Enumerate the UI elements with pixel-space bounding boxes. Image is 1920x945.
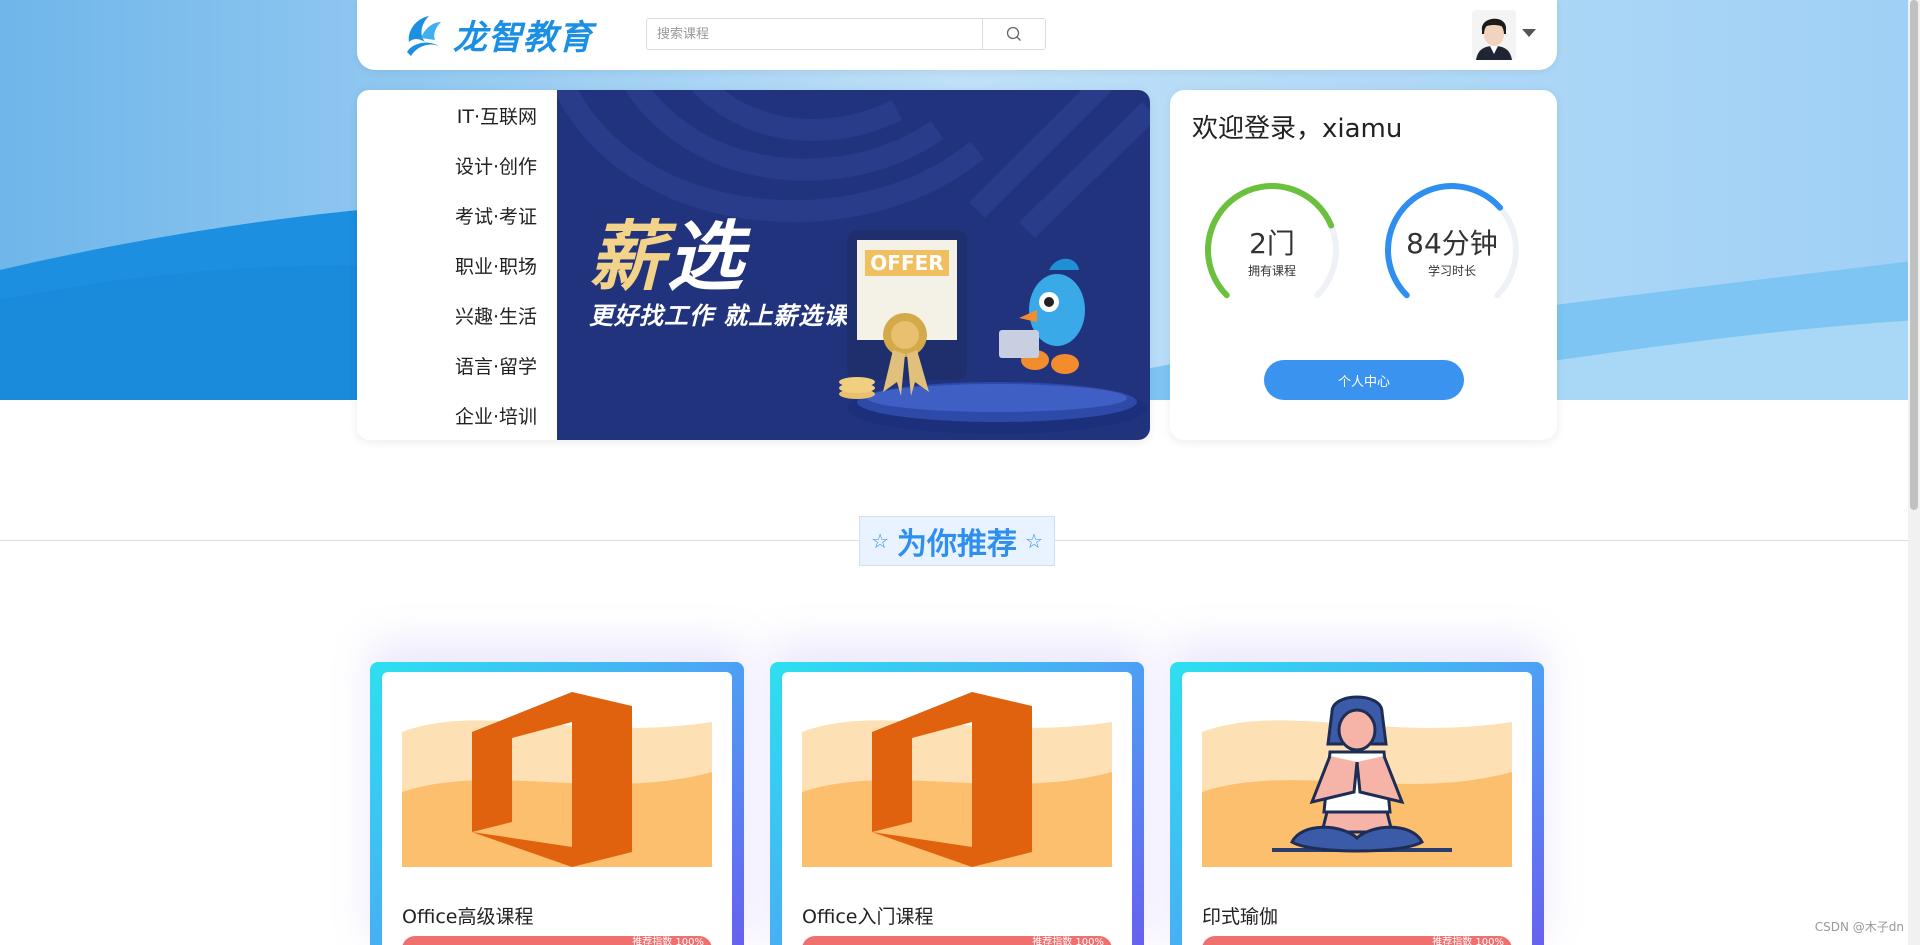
personal-center-button[interactable]: 个人中心	[1264, 360, 1464, 400]
top-header: 龙智教育	[357, 0, 1557, 80]
course-card[interactable]: Office入门课程 推荐指数 100%	[770, 662, 1144, 945]
logo-text: 龙智教育	[453, 18, 593, 58]
star-outline-icon: ☆	[871, 529, 889, 553]
category-item-exam[interactable]: 考试·考证	[357, 198, 557, 248]
page-scrollbar[interactable]	[1908, 0, 1920, 945]
star-outline-icon: ☆	[1025, 529, 1043, 553]
search-button[interactable]	[983, 19, 1045, 49]
search-icon	[1006, 26, 1021, 41]
course-card-inner: Office高级课程 推荐指数 100%	[382, 672, 732, 945]
category-item-language[interactable]: 语言·留学	[357, 348, 557, 398]
logo[interactable]: 龙智教育	[399, 10, 593, 59]
course-title: Office高级课程	[402, 906, 534, 928]
office-icon	[802, 692, 1112, 867]
course-title: Office入门课程	[802, 906, 934, 928]
course-card-inner: Office入门课程 推荐指数 100%	[782, 672, 1132, 945]
user-avatar[interactable]	[1472, 10, 1516, 60]
stat-gauge-study-time: 84分钟 学习时长	[1380, 178, 1524, 322]
course-rating-bar: 推荐指数 100%	[1202, 936, 1512, 945]
course-thumbnail	[402, 692, 712, 867]
search-bar	[646, 18, 1046, 50]
stat-label: 学习时长	[1427, 264, 1476, 278]
course-title: 印式瑜伽	[1202, 906, 1279, 928]
caret-down-icon[interactable]	[1522, 29, 1536, 37]
course-card-inner: 印式瑜伽 推荐指数 100%	[1182, 672, 1532, 945]
stat-value: 2门	[1249, 227, 1295, 260]
svg-text:OFFER: OFFER	[870, 251, 943, 275]
banner-title: 薪选	[589, 212, 745, 301]
category-banner-card: IT·互联网 设计·创作 考试·考证 职业·职场 兴趣·生活 语言·留学 企业·…	[357, 90, 1150, 440]
course-rating-bar: 推荐指数 100%	[402, 936, 712, 945]
category-list: IT·互联网 设计·创作 考试·考证 职业·职场 兴趣·生活 语言·留学 企业·…	[357, 90, 557, 440]
category-item-it[interactable]: IT·互联网	[357, 98, 557, 148]
category-item-hobby[interactable]: 兴趣·生活	[357, 298, 557, 348]
yoga-icon	[1202, 695, 1512, 867]
promo-banner[interactable]: 薪选 更好找工作 就上薪选课 OFFER	[557, 90, 1150, 440]
category-item-design[interactable]: 设计·创作	[357, 148, 557, 198]
course-thumbnail	[802, 692, 1112, 867]
office-icon	[402, 692, 712, 867]
stat-value: 84分钟	[1406, 227, 1498, 260]
welcome-text: 欢迎登录，xiamu	[1192, 114, 1403, 144]
course-card[interactable]: 印式瑜伽 推荐指数 100%	[1170, 662, 1544, 945]
course-card[interactable]: Office高级课程 推荐指数 100%	[370, 662, 744, 945]
offer-illustration: OFFER	[839, 230, 1147, 434]
category-item-career[interactable]: 职业·职场	[357, 248, 557, 298]
course-rating-bar: 推荐指数 100%	[802, 936, 1112, 945]
stat-gauge-courses: 2门 拥有课程	[1200, 178, 1344, 322]
watermark: CSDN @木子dn	[1814, 920, 1904, 934]
course-thumbnail	[1202, 692, 1512, 867]
category-item-enterprise[interactable]: 企业·培训	[357, 398, 557, 440]
section-title-text: 为你推荐	[897, 527, 1017, 562]
stat-label: 拥有课程	[1247, 264, 1296, 278]
login-panel: 欢迎登录，xiamu 2门 拥有课程 84分钟 学习时长 个人中心	[1170, 90, 1557, 440]
scrollbar-thumb[interactable]	[1910, 0, 1918, 510]
logo-icon	[407, 15, 441, 56]
section-heading: ☆ 为你推荐 ☆	[859, 516, 1055, 566]
search-input[interactable]	[647, 19, 983, 49]
